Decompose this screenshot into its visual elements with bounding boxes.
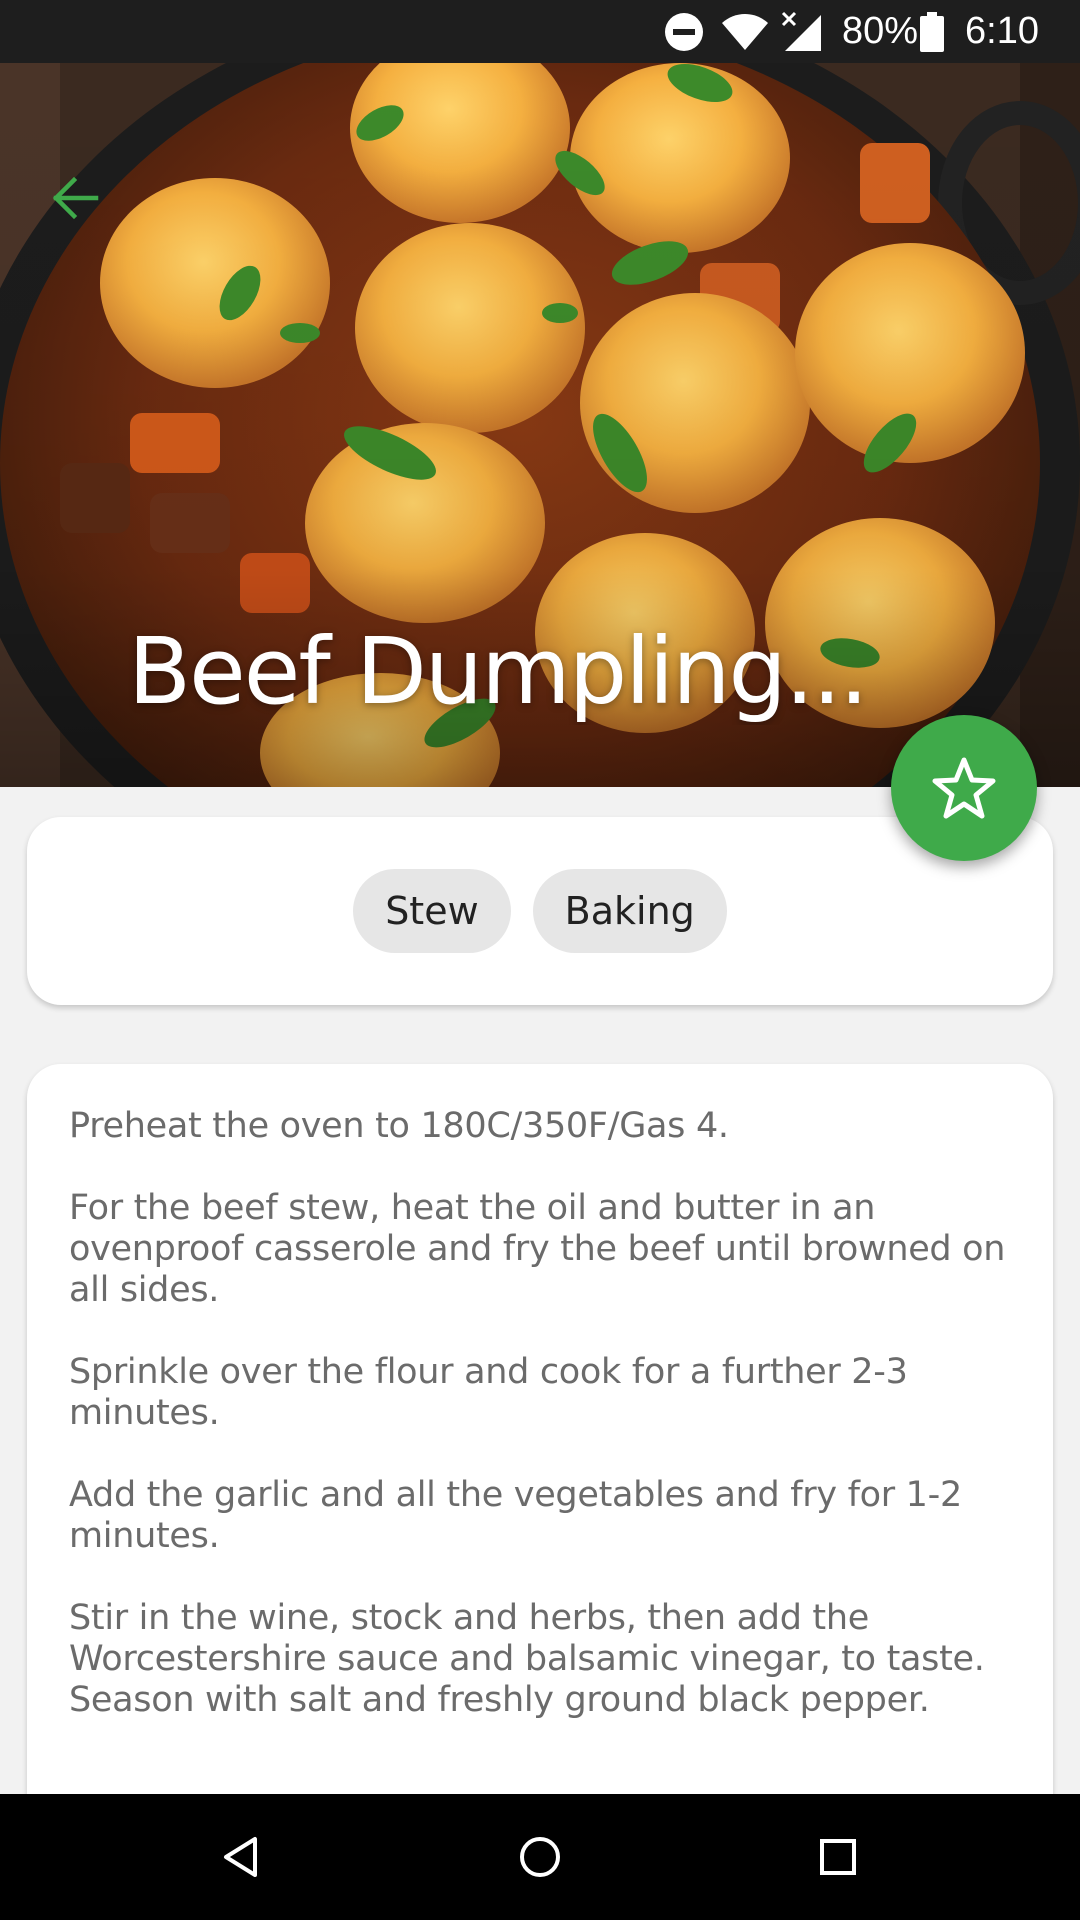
cell-signal-icon [780,0,824,63]
back-button[interactable] [40,163,110,233]
favorite-button[interactable] [891,715,1037,861]
tag-chip-baking[interactable]: Baking [532,869,727,953]
nav-back-button[interactable] [181,1794,301,1920]
nav-recents-button[interactable] [778,1794,898,1920]
nav-home-button[interactable] [480,1794,600,1920]
do-not-disturb-icon [662,0,706,63]
home-circle-icon [520,1837,560,1877]
recipe-detail-screen: 80% 6:10 Beef Dumpling... Stew Baking Pr… [0,0,1080,1920]
clock: 6:10 [965,10,1039,52]
instructions-list: Preheat the oven to 180C/350F/Gas 4. For… [69,1106,1029,1762]
recents-square-icon [820,1839,856,1875]
battery-icon [918,0,946,63]
instruction-step: Add the garlic and all the vegetables an… [69,1475,962,1556]
tag-chip-stew[interactable]: Stew [353,869,511,953]
instruction-step: Sprinkle over the flour and cook for a f… [69,1352,908,1433]
back-triangle-icon [224,1837,257,1877]
instructions-card: Preheat the oven to 180C/350F/Gas 4. For… [27,1064,1053,1920]
wifi-icon [720,0,770,63]
hero-image: Beef Dumpling... [0,63,1080,787]
instruction-step: Preheat the oven to 180C/350F/Gas 4. [69,1106,729,1146]
star-outline-icon [932,757,996,819]
recipe-title: Beef Dumpling... [128,618,869,725]
instruction-step: Stir in the wine, stock and herbs, then … [69,1598,985,1720]
arrow-left-icon [52,176,99,220]
tags-card: Stew Baking [27,817,1053,1005]
battery-percent: 80% [842,10,919,52]
instruction-step: For the beef stew, heat the oil and butt… [69,1188,1006,1310]
status-bar: 80% 6:10 [0,0,1080,63]
navigation-bar [0,1794,1080,1920]
